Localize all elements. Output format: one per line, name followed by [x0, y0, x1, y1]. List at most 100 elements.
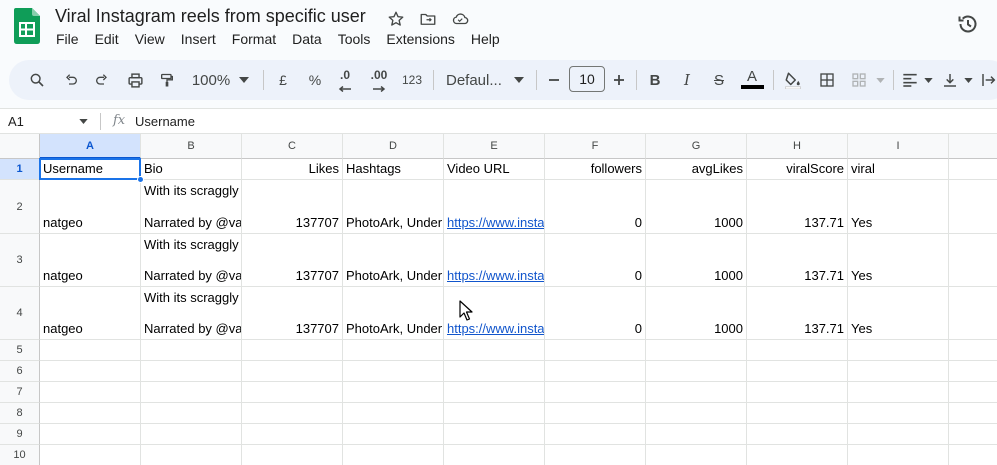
empty-cell[interactable]: [848, 403, 949, 424]
empty-cell[interactable]: [242, 424, 343, 445]
data-cell[interactable]: 137.71: [747, 287, 848, 340]
empty-cell[interactable]: [242, 382, 343, 403]
empty-cell[interactable]: [343, 382, 444, 403]
row-header-2[interactable]: 2: [0, 180, 40, 234]
currency-format-button[interactable]: £: [274, 60, 292, 100]
empty-cell[interactable]: [747, 361, 848, 382]
undo-icon[interactable]: [60, 60, 82, 100]
empty-cell[interactable]: [40, 340, 141, 361]
empty-cell[interactable]: [949, 340, 997, 361]
empty-cell[interactable]: [141, 340, 242, 361]
empty-cell[interactable]: [545, 361, 646, 382]
header-cell[interactable]: viralScore: [747, 159, 848, 180]
bold-button[interactable]: B: [645, 60, 665, 100]
data-cell[interactable]: Yes: [848, 287, 949, 340]
empty-cell[interactable]: [141, 445, 242, 465]
formula-input[interactable]: Username: [135, 114, 195, 129]
empty-cell[interactable]: [40, 424, 141, 445]
column-header-g[interactable]: G: [646, 134, 747, 159]
increase-font-size-icon[interactable]: [610, 60, 628, 100]
header-cell[interactable]: followers: [545, 159, 646, 180]
data-cell[interactable]: 0: [545, 234, 646, 287]
document-title[interactable]: Viral Instagram reels from specific user: [55, 6, 366, 27]
empty-cell[interactable]: [646, 340, 747, 361]
horizontal-align-icon[interactable]: [900, 60, 920, 100]
empty-cell[interactable]: [343, 361, 444, 382]
data-cell[interactable]: 1000: [646, 180, 747, 234]
text-color-button[interactable]: A: [740, 56, 764, 96]
google-sheets-logo-icon[interactable]: [14, 8, 40, 44]
empty-cell[interactable]: [545, 424, 646, 445]
data-cell[interactable]: 1000: [646, 234, 747, 287]
empty-cell[interactable]: [141, 424, 242, 445]
menu-tools[interactable]: Tools: [338, 31, 371, 47]
data-cell[interactable]: Yes: [848, 180, 949, 234]
decrease-font-size-icon[interactable]: [545, 60, 563, 100]
font-caret-icon[interactable]: [512, 60, 526, 100]
column-header-b[interactable]: B: [141, 134, 242, 159]
data-cell[interactable]: https://www.insta: [444, 234, 545, 287]
empty-cell[interactable]: [747, 424, 848, 445]
font-size-input[interactable]: 10: [569, 66, 605, 92]
empty-cell[interactable]: [343, 424, 444, 445]
empty-cell[interactable]: [848, 445, 949, 465]
column-header-j[interactable]: [949, 134, 997, 159]
data-cell[interactable]: [949, 287, 997, 340]
empty-cell[interactable]: [949, 361, 997, 382]
percent-format-button[interactable]: %: [305, 60, 325, 100]
data-cell[interactable]: PhotoArk, Under: [343, 287, 444, 340]
empty-cell[interactable]: [848, 424, 949, 445]
paint-format-icon[interactable]: [156, 60, 178, 100]
font-family-select[interactable]: Defaul...: [446, 60, 508, 100]
data-cell[interactable]: 1000: [646, 287, 747, 340]
data-cell[interactable]: PhotoArk, Under: [343, 180, 444, 234]
video-url-link[interactable]: https://www.insta: [447, 321, 544, 336]
empty-cell[interactable]: [949, 424, 997, 445]
move-folder-icon[interactable]: [418, 9, 438, 29]
empty-cell[interactable]: [242, 445, 343, 465]
row-header-10[interactable]: 10: [0, 445, 40, 465]
menu-extensions[interactable]: Extensions: [386, 31, 454, 47]
empty-cell[interactable]: [40, 445, 141, 465]
data-cell[interactable]: natgeo: [40, 180, 141, 234]
row-header-8[interactable]: 8: [0, 403, 40, 424]
more-formats-button[interactable]: 123: [400, 60, 424, 100]
empty-cell[interactable]: [646, 424, 747, 445]
data-cell[interactable]: https://www.insta: [444, 180, 545, 234]
empty-cell[interactable]: [949, 159, 997, 180]
empty-cell[interactable]: [545, 382, 646, 403]
empty-cell[interactable]: [343, 403, 444, 424]
header-cell[interactable]: Video URL: [444, 159, 545, 180]
cloud-saved-icon[interactable]: [450, 9, 470, 29]
empty-cell[interactable]: [40, 382, 141, 403]
data-cell[interactable]: [949, 234, 997, 287]
vertical-align-icon[interactable]: [940, 60, 960, 100]
menu-view[interactable]: View: [135, 31, 165, 47]
data-cell[interactable]: 0: [545, 287, 646, 340]
empty-cell[interactable]: [242, 340, 343, 361]
data-cell[interactable]: With its scraggly Narrated by @va: [141, 180, 242, 234]
menu-insert[interactable]: Insert: [181, 31, 216, 47]
data-cell[interactable]: natgeo: [40, 234, 141, 287]
merge-cells-icon[interactable]: [848, 60, 870, 100]
data-cell[interactable]: 137707: [242, 287, 343, 340]
row-header-9[interactable]: 9: [0, 424, 40, 445]
header-cell[interactable]: Username: [40, 159, 141, 180]
row-header-1[interactable]: 1: [0, 159, 40, 180]
align-caret-icon[interactable]: [922, 60, 934, 100]
name-box-caret-icon[interactable]: [79, 119, 88, 124]
select-all-corner[interactable]: [0, 134, 40, 159]
empty-cell[interactable]: [40, 403, 141, 424]
header-cell[interactable]: Hashtags: [343, 159, 444, 180]
empty-cell[interactable]: [444, 361, 545, 382]
italic-button[interactable]: I: [677, 60, 697, 100]
search-menus-icon[interactable]: [26, 60, 48, 100]
menu-data[interactable]: Data: [292, 31, 322, 47]
zoom-select[interactable]: 100%: [188, 60, 234, 100]
zoom-caret-icon[interactable]: [236, 60, 252, 100]
row-header-5[interactable]: 5: [0, 340, 40, 361]
valign-caret-icon[interactable]: [962, 60, 974, 100]
data-cell[interactable]: With its scraggly Narrated by @va: [141, 287, 242, 340]
data-cell[interactable]: 137.71: [747, 180, 848, 234]
empty-cell[interactable]: [40, 361, 141, 382]
